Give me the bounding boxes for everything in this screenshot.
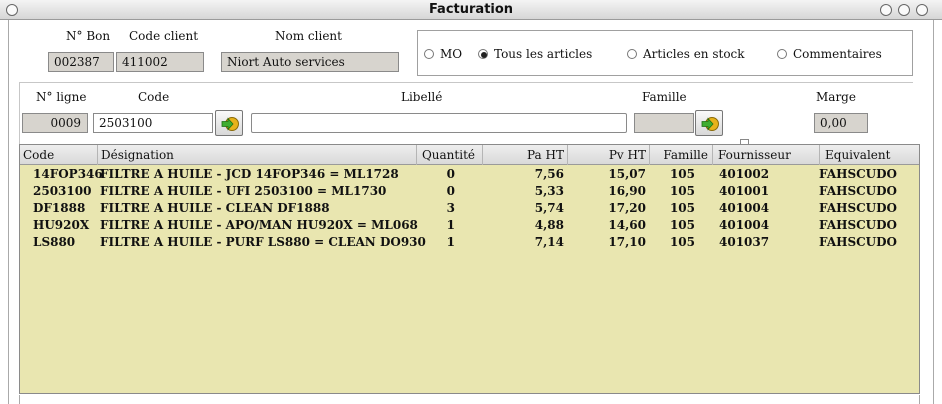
- cell-equivalent: FAHSCUDO: [819, 167, 898, 181]
- cell-designation: FILTRE A HUILE - PURF LS880 = CLEAN DO93…: [100, 235, 426, 249]
- num-bon-field: 002387: [48, 52, 114, 72]
- cell-fournisseur: 401004: [719, 218, 770, 232]
- close-button[interactable]: [916, 4, 928, 16]
- code-label: Code: [138, 90, 170, 104]
- libelle-input[interactable]: [251, 113, 627, 133]
- cell-famille: 105: [669, 218, 695, 232]
- arrow-go-icon: [221, 117, 239, 131]
- cell-equivalent: FAHSCUDO: [819, 201, 898, 215]
- cell-code: 14FOP346: [33, 167, 103, 181]
- col-header-famille[interactable]: Famille: [650, 145, 713, 165]
- cell-code: 2503100: [33, 184, 92, 198]
- cell-famille: 105: [669, 167, 695, 181]
- cell-pa-ht: 4,88: [534, 218, 564, 232]
- libelle-label: Libellé: [401, 90, 443, 104]
- marge-label: Marge: [816, 90, 856, 104]
- table-row[interactable]: 14FOP346 FILTRE A HUILE - JCD 14FOP346 = …: [20, 166, 919, 183]
- cell-quantite: 0: [446, 167, 455, 181]
- cell-pv-ht: 17,10: [608, 235, 646, 249]
- cell-quantite: 3: [446, 201, 455, 215]
- maximize-button[interactable]: [898, 4, 910, 16]
- table-body: 14FOP346 FILTRE A HUILE - JCD 14FOP346 = …: [20, 166, 919, 386]
- col-header-pa-ht[interactable]: Pa HT: [483, 145, 568, 165]
- radio-mo-label[interactable]: MO: [440, 47, 462, 61]
- nom-client-label: Nom client: [275, 29, 342, 43]
- cell-designation: FILTRE A HUILE - UFI 2503100 = ML1730: [100, 184, 387, 198]
- nom-client-field: Niort Auto services: [221, 52, 399, 72]
- famille-label: Famille: [642, 90, 687, 104]
- col-header-designation[interactable]: Désignation: [98, 145, 417, 165]
- famille-lookup-button[interactable]: [695, 110, 723, 136]
- col-header-equivalent[interactable]: Equivalent: [820, 145, 919, 165]
- table-header: Code Désignation Quantité Pa HT Pv HT Fa…: [20, 145, 919, 165]
- cell-pa-ht: 7,56: [534, 167, 564, 181]
- radio-articles-en-stock-label[interactable]: Articles en stock: [643, 47, 745, 61]
- cell-pa-ht: 7,14: [534, 235, 564, 249]
- table-row[interactable]: HU920X FILTRE A HUILE - APO/MAN HU920X = …: [20, 217, 919, 234]
- num-ligne-label: N° ligne: [36, 90, 87, 104]
- cell-pv-ht: 16,90: [608, 184, 646, 198]
- radio-tous-les-articles[interactable]: [478, 49, 488, 59]
- cell-fournisseur: 401002: [719, 167, 770, 181]
- radio-mo[interactable]: [424, 49, 434, 59]
- cell-quantite: 1: [446, 235, 455, 249]
- cell-quantite: 0: [446, 184, 455, 198]
- num-bon-label: N° Bon: [66, 29, 111, 43]
- cell-equivalent: FAHSCUDO: [819, 184, 898, 198]
- table-row[interactable]: 2503100 FILTRE A HUILE - UFI 2503100 = ML…: [20, 183, 919, 200]
- cell-fournisseur: 401001: [719, 184, 770, 198]
- radio-articles-en-stock[interactable]: [627, 49, 637, 59]
- col-header-pv-ht[interactable]: Pv HT: [568, 145, 650, 165]
- code-lookup-button[interactable]: [215, 110, 243, 136]
- cell-designation: FILTRE A HUILE - APO/MAN HU920X = ML068: [100, 218, 418, 232]
- cell-equivalent: FAHSCUDO: [819, 235, 898, 249]
- table-row[interactable]: DF1888 FILTRE A HUILE - CLEAN DF1888 3 5,74…: [20, 200, 919, 217]
- articles-table: Code Désignation Quantité Pa HT Pv HT Fa…: [19, 144, 920, 394]
- cell-code: DF1888: [33, 201, 86, 215]
- radio-commentaires[interactable]: [777, 49, 787, 59]
- cell-designation: FILTRE A HUILE - JCD 14FOP346 = ML1728: [100, 167, 399, 181]
- code-client-field: 411002: [116, 52, 204, 72]
- radio-tous-les-articles-label[interactable]: Tous les articles: [494, 47, 592, 61]
- cell-pv-ht: 14,60: [608, 218, 646, 232]
- col-header-quantite[interactable]: Quantité: [417, 145, 483, 165]
- col-header-fournisseur[interactable]: Fournisseur: [713, 145, 820, 165]
- code-client-label: Code client: [129, 29, 199, 43]
- cell-fournisseur: 401037: [719, 235, 770, 249]
- col-header-code[interactable]: Code: [20, 145, 98, 165]
- cell-pa-ht: 5,74: [534, 201, 564, 215]
- table-row[interactable]: LS880 FILTRE A HUILE - PURF LS880 = CLEAN…: [20, 234, 919, 251]
- cell-pv-ht: 15,07: [608, 167, 646, 181]
- cell-equivalent: FAHSCUDO: [819, 218, 898, 232]
- marge-field: 0,00: [814, 113, 868, 133]
- num-ligne-field: 0009: [22, 113, 88, 133]
- cell-code: LS880: [33, 235, 76, 249]
- arrow-go-icon: [701, 117, 719, 131]
- cell-quantite: 1: [446, 218, 455, 232]
- cell-pa-ht: 5,33: [534, 184, 564, 198]
- cell-famille: 105: [669, 184, 695, 198]
- cell-famille: 105: [669, 201, 695, 215]
- famille-field[interactable]: [634, 113, 694, 133]
- window-title: Facturation: [428, 2, 514, 17]
- radio-commentaires-label[interactable]: Commentaires: [793, 47, 882, 61]
- minimize-button[interactable]: [880, 4, 892, 16]
- cell-code: HU920X: [33, 218, 90, 232]
- table-footer: [19, 395, 920, 404]
- cell-designation: FILTRE A HUILE - CLEAN DF1888: [100, 201, 330, 215]
- code-input[interactable]: 2503100: [93, 113, 213, 133]
- cell-famille: 105: [669, 235, 695, 249]
- cell-fournisseur: 401004: [719, 201, 770, 215]
- cell-pv-ht: 17,20: [608, 201, 646, 215]
